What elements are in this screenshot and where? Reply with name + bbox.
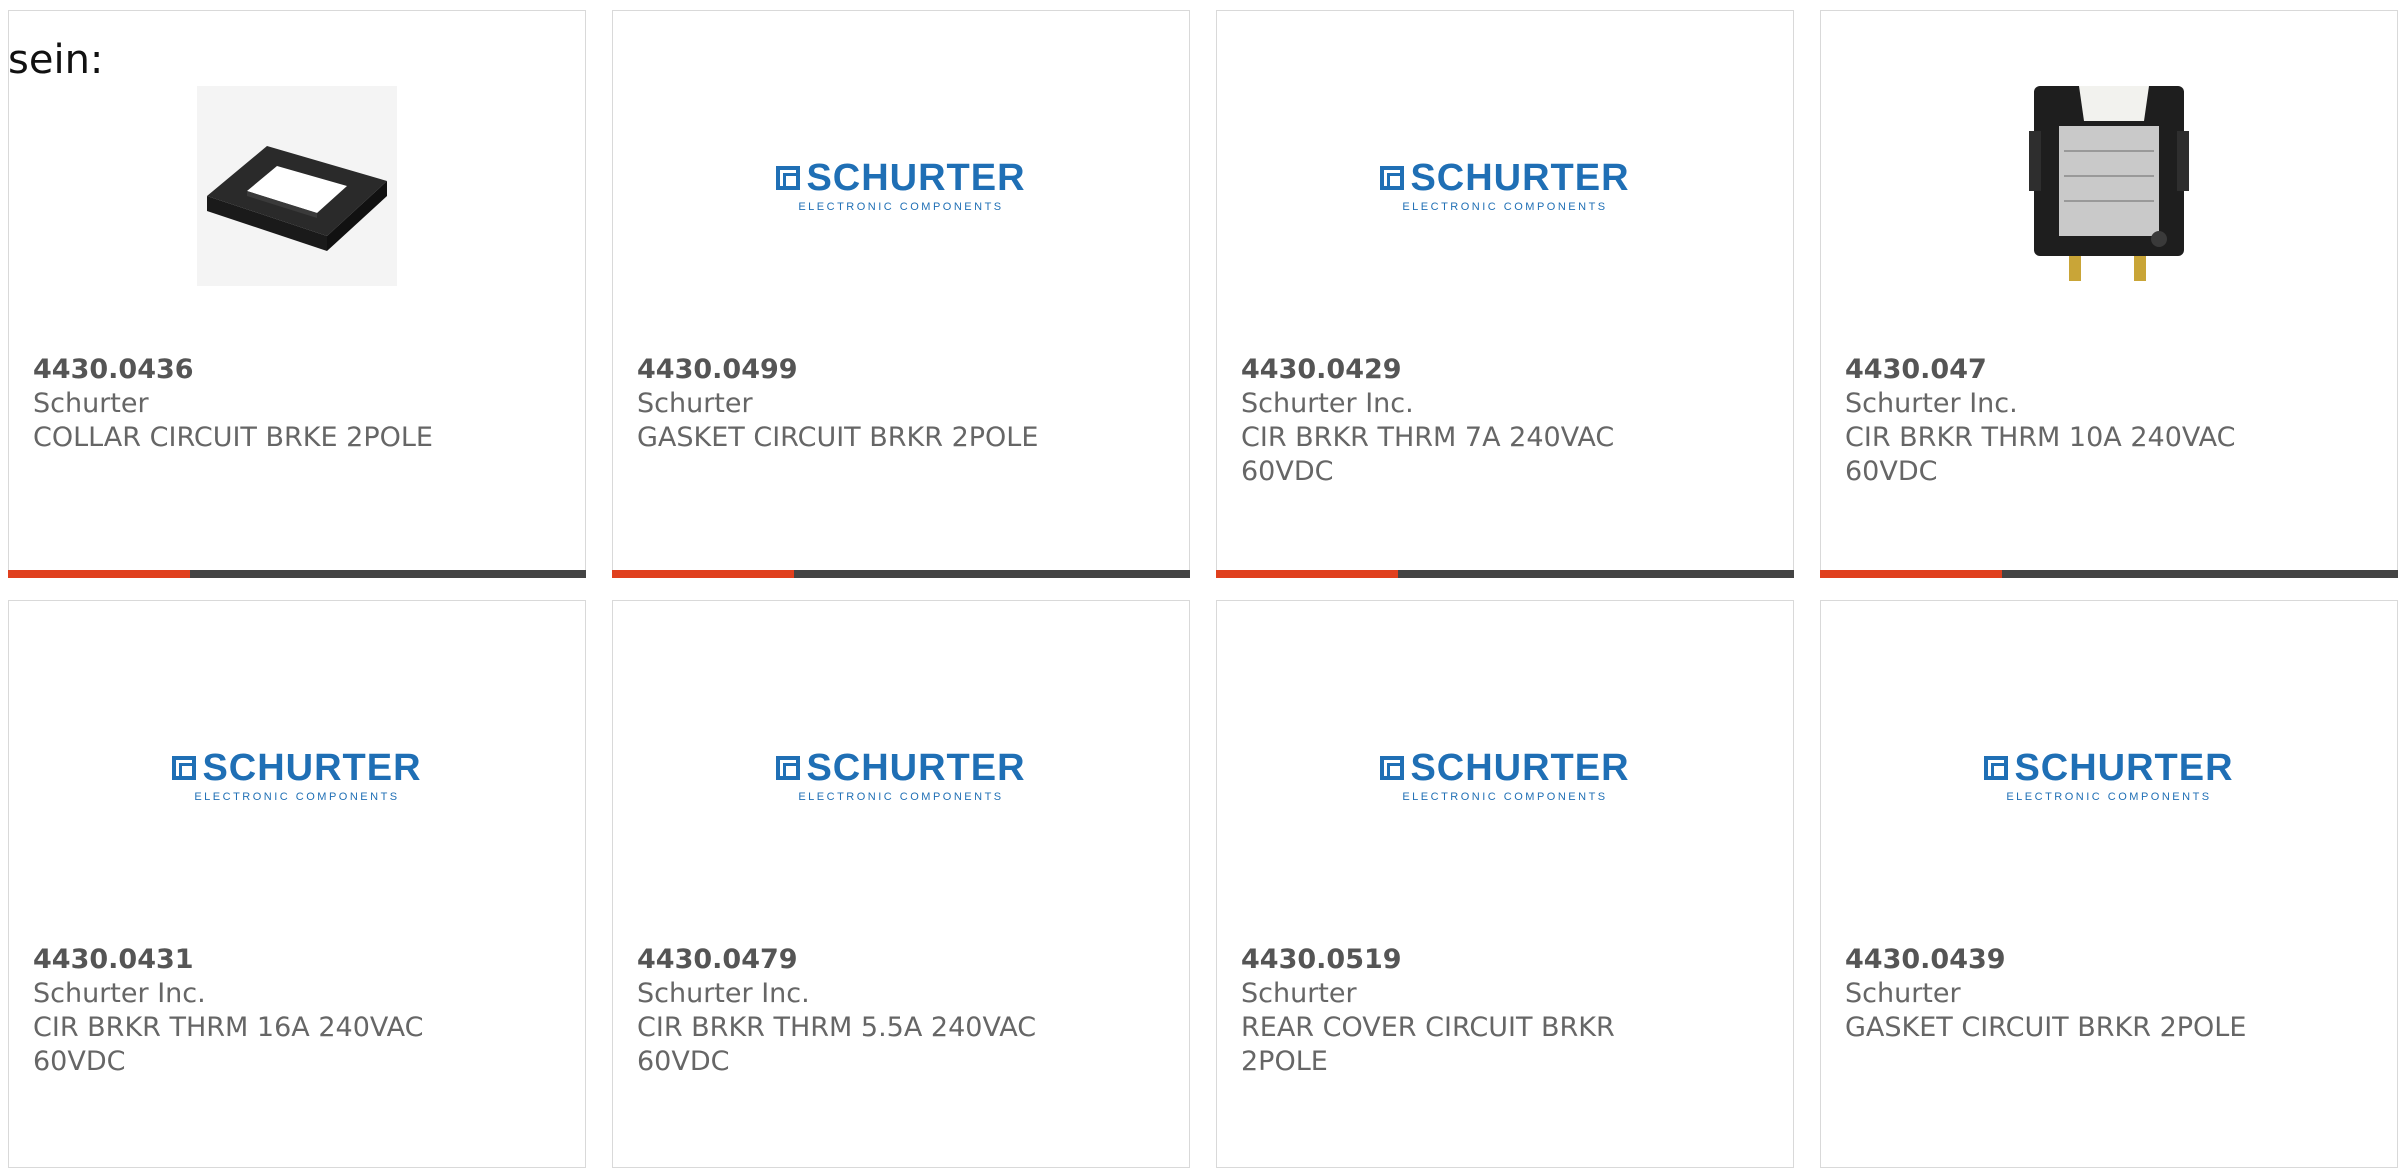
product-card[interactable]: 4430.0436 Schurter COLLAR CIRCUIT BRKE 2… [8,10,586,578]
product-image: SCHURTER ELECTRONIC COMPONENTS [613,71,1189,301]
product-image [1821,71,2397,301]
part-number[interactable]: 4430.0439 [1845,943,2373,977]
schurter-logo-icon: SCHURTER ELECTRONIC COMPONENTS [1380,159,1629,213]
product-description: GASKET CIRCUIT BRKR 2POLE [637,422,1039,453]
part-number[interactable]: 4430.0519 [1241,943,1769,977]
product-card[interactable]: SCHURTER ELECTRONIC COMPONENTS 4430.0479… [612,600,1190,1168]
manufacturer: Schurter Inc. [1845,388,2018,419]
product-image: SCHURTER ELECTRONIC COMPONENTS [613,661,1189,891]
product-description: COLLAR CIRCUIT BRKE 2POLE [33,422,433,453]
part-number[interactable]: 4430.0436 [33,353,561,387]
schurter-logo-icon: SCHURTER ELECTRONIC COMPONENTS [776,159,1025,213]
manufacturer: Schurter Inc. [1241,388,1414,419]
product-card[interactable]: SCHURTER ELECTRONIC COMPONENTS 4430.0519… [1216,600,1794,1168]
manufacturer: Schurter [1241,978,1357,1009]
product-image: SCHURTER ELECTRONIC COMPONENTS [1217,661,1793,891]
part-number[interactable]: 4430.0499 [637,353,1165,387]
product-card[interactable]: SCHURTER ELECTRONIC COMPONENTS 4430.0499… [612,10,1190,578]
card-footer-bar [612,570,1190,578]
manufacturer: Schurter Inc. [637,978,810,1009]
schurter-logo-icon: SCHURTER ELECTRONIC COMPONENTS [1984,749,2233,803]
product-description: CIR BRKR THRM 16A 240VAC 60VDC [33,1012,424,1077]
product-description: CIR BRKR THRM 5.5A 240VAC 60VDC [637,1012,1037,1077]
product-description: REAR COVER CIRCUIT BRKR 2POLE [1241,1012,1615,1077]
manufacturer: Schurter [1845,978,1961,1009]
part-number[interactable]: 4430.0431 [33,943,561,977]
collar-photo-icon [197,86,397,286]
schurter-logo-icon: SCHURTER ELECTRONIC COMPONENTS [172,749,421,803]
manufacturer: Schurter Inc. [33,978,206,1009]
intro-text: sein: [8,37,104,83]
manufacturer: Schurter [637,388,753,419]
schurter-logo-icon: SCHURTER ELECTRONIC COMPONENTS [776,749,1025,803]
part-number[interactable]: 4430.0429 [1241,353,1769,387]
product-card[interactable]: SCHURTER ELECTRONIC COMPONENTS 4430.0431… [8,600,586,1168]
product-description: CIR BRKR THRM 10A 240VAC 60VDC [1845,422,2236,487]
product-image: SCHURTER ELECTRONIC COMPONENTS [1821,661,2397,891]
product-image [9,71,585,301]
product-image: SCHURTER ELECTRONIC COMPONENTS [9,661,585,891]
part-number[interactable]: 4430.0479 [637,943,1165,977]
part-number[interactable]: 4430.047 [1845,353,2373,387]
card-footer-bar [8,570,586,578]
card-footer-bar [1216,570,1794,578]
product-card[interactable]: SCHURTER ELECTRONIC COMPONENTS 4430.0429… [1216,10,1794,578]
product-description: GASKET CIRCUIT BRKR 2POLE [1845,1012,2247,1043]
product-image: SCHURTER ELECTRONIC COMPONENTS [1217,71,1793,301]
circuit-breaker-photo-icon [2029,86,2189,281]
card-footer-bar [1820,570,2398,578]
product-card[interactable]: 4430.047 Schurter Inc. CIR BRKR THRM 10A… [1820,10,2398,578]
manufacturer: Schurter [33,388,149,419]
product-description: CIR BRKR THRM 7A 240VAC 60VDC [1241,422,1615,487]
schurter-logo-icon: SCHURTER ELECTRONIC COMPONENTS [1380,749,1629,803]
product-card[interactable]: SCHURTER ELECTRONIC COMPONENTS 4430.0439… [1820,600,2398,1168]
